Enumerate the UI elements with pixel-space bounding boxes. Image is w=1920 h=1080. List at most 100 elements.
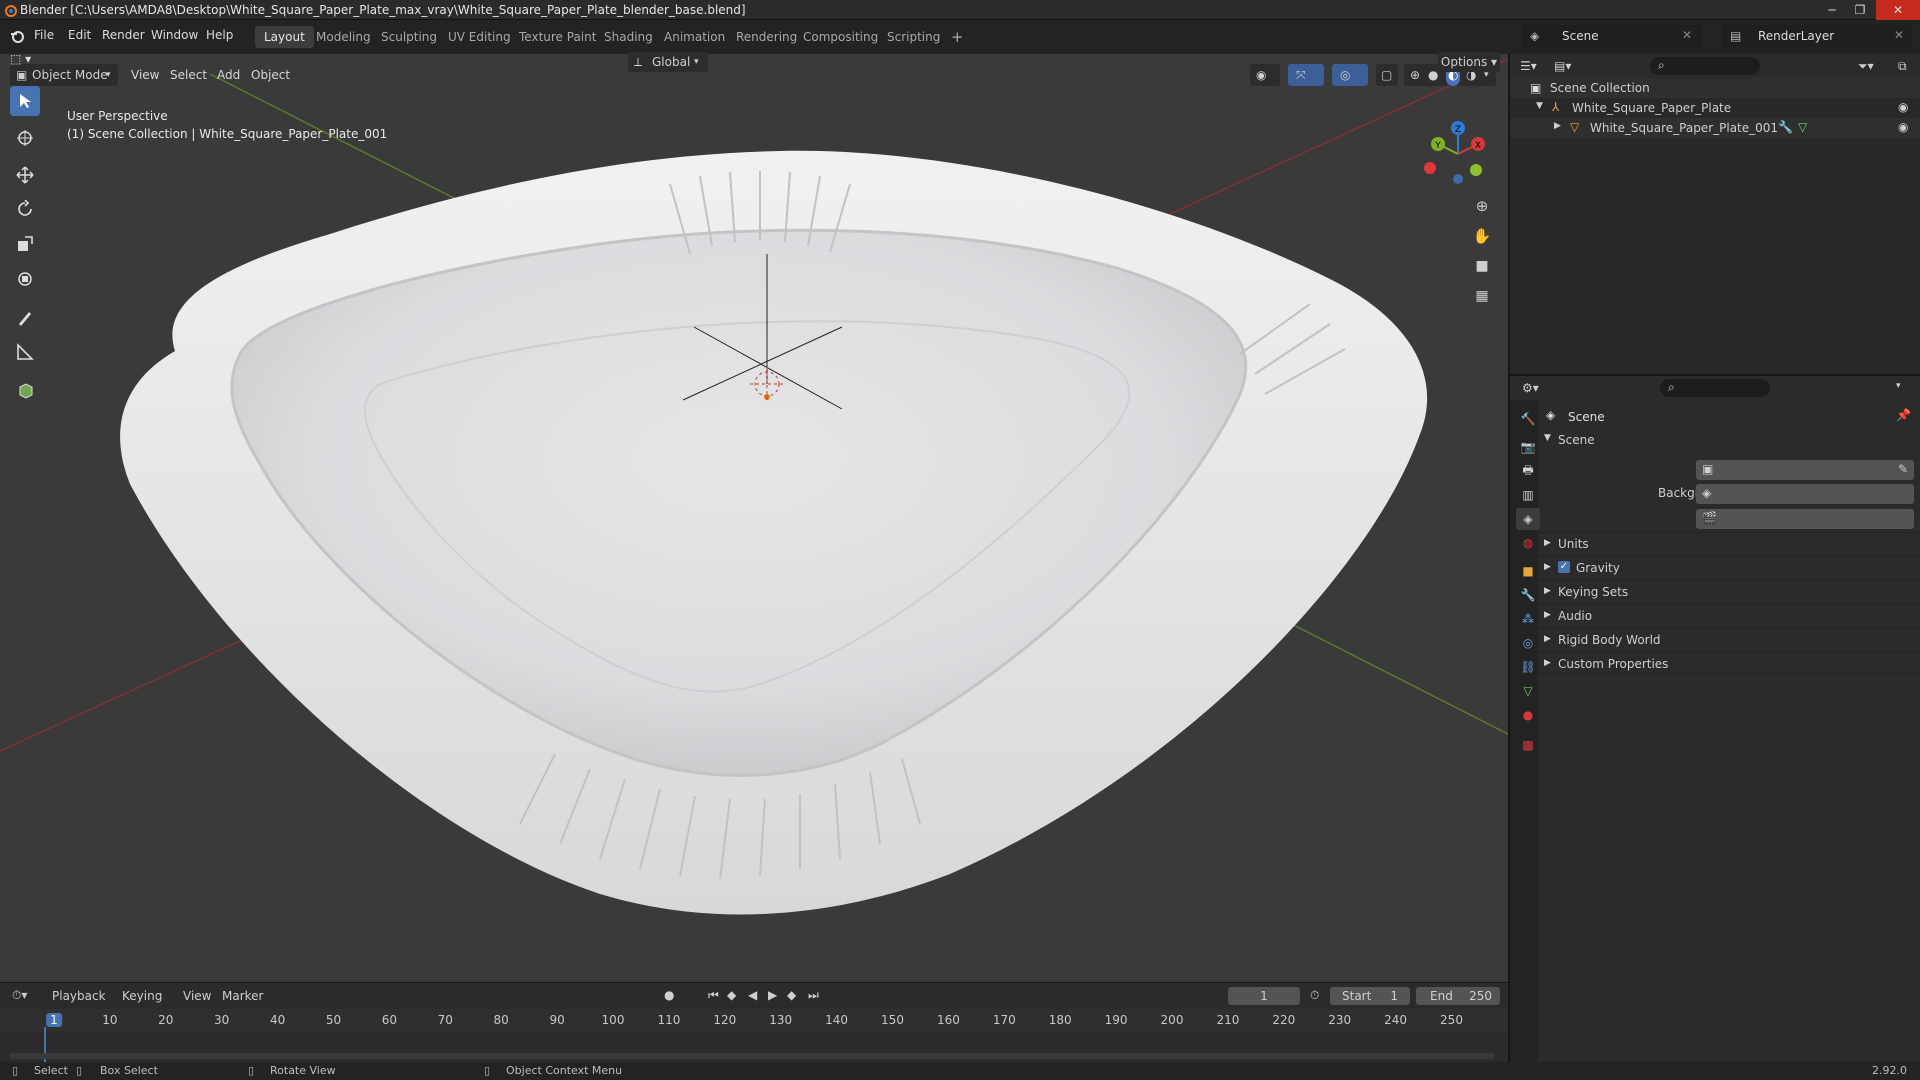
menu-window[interactable]: Window — [151, 28, 198, 42]
close-button[interactable]: ✕ — [1876, 0, 1920, 20]
scene-close-icon[interactable]: ✕ — [1682, 28, 1692, 42]
maximize-button[interactable]: ❐ — [1846, 0, 1874, 20]
visibility-eye-icon[interactable]: ◉ — [1898, 100, 1908, 114]
tab-compositing[interactable]: Compositing — [794, 26, 887, 48]
properties-search-input[interactable]: ⌕ — [1660, 379, 1770, 397]
outliner-row-object[interactable]: ▶ ▽ White_Square_Paper_Plate_001 🔧 ▽ ◉ — [1510, 118, 1920, 138]
tab-modifiers[interactable]: 🔧 — [1516, 584, 1540, 606]
filter-icon[interactable]: ⏷▾ — [1858, 59, 1874, 74]
tab-layout[interactable]: Layout — [255, 26, 314, 48]
frame-tick-label: 200 — [1160, 1013, 1184, 1027]
tab-physics[interactable]: ◎ — [1516, 632, 1540, 654]
viewport-menu-select[interactable]: Select — [170, 68, 207, 82]
panel-audio[interactable]: ▶ Audio — [1538, 604, 1920, 626]
gravity-checkbox[interactable]: ✓ — [1558, 561, 1570, 573]
modifier-wrench-icon[interactable]: 🔧 — [1778, 120, 1793, 134]
pin-icon[interactable]: 📌 — [1896, 408, 1911, 422]
viewport-menu-view[interactable]: View — [131, 68, 159, 82]
pan-button[interactable]: ✋ — [1468, 222, 1496, 250]
mouse-left-icon: ▯ — [12, 1064, 19, 1077]
tab-world[interactable]: ◍ — [1516, 532, 1540, 554]
transform-tool[interactable] — [10, 264, 40, 294]
tab-output[interactable]: 🖶 — [1516, 460, 1540, 482]
gizmo-toggle[interactable]: ⤧ — [1288, 64, 1324, 86]
tab-uv-editing[interactable]: UV Editing — [439, 26, 520, 48]
outliner-editor-icon[interactable]: ☰▾ — [1520, 59, 1537, 73]
view-layer-selector[interactable]: ▤ RenderLayer ✕ — [1722, 25, 1912, 47]
collapse-arrow-icon[interactable]: ▶ — [1554, 121, 1561, 131]
panel-rigid-body-world[interactable]: ▶ Rigid Body World — [1538, 628, 1920, 650]
3d-viewport[interactable]: ▣ Object Mode ▾ View Select Add Object ◉… — [0, 54, 1508, 982]
wireframe-shading-icon[interactable]: ⊕ — [1410, 64, 1420, 86]
camera-field[interactable]: ▣ ✎ — [1696, 460, 1914, 480]
tab-shading[interactable]: Shading — [595, 26, 662, 48]
tab-data[interactable]: ▽ — [1516, 680, 1540, 702]
measure-tool[interactable] — [10, 337, 40, 367]
move-tool[interactable] — [10, 160, 40, 190]
solid-shading-icon[interactable]: ● — [1428, 64, 1438, 86]
tab-material[interactable]: ● — [1516, 704, 1540, 726]
outliner-row-scene-collection[interactable]: ▣ Scene Collection — [1510, 78, 1920, 98]
panel-header-scene[interactable]: ▼ Scene — [1538, 430, 1920, 450]
tab-tool[interactable]: 🔨 — [1516, 408, 1540, 430]
scene-selector[interactable]: ◈ Scene ✕ — [1522, 25, 1702, 47]
tab-view-layer[interactable]: ▥ — [1516, 484, 1540, 506]
tab-render[interactable]: 📷 — [1516, 436, 1540, 458]
chevron-down-icon[interactable]: ▾ — [1896, 381, 1901, 391]
editor-type-button[interactable]: ⬚ ▾ — [10, 52, 66, 72]
outliner-row-collection[interactable]: ▼ ⅄ White_Square_Paper_Plate ◉ — [1510, 98, 1920, 118]
outliner-root-label: Scene Collection — [1550, 81, 1650, 95]
tab-modeling[interactable]: Modeling — [307, 26, 380, 48]
rotate-tool[interactable] — [10, 194, 40, 224]
cursor-tool[interactable] — [10, 123, 40, 153]
blender-menu-icon[interactable] — [9, 28, 25, 44]
tab-texture-paint[interactable]: Texture Paint — [510, 26, 605, 48]
new-collection-icon[interactable]: ⧉ — [1898, 59, 1907, 74]
properties-editor-icon[interactable]: ⚙▾ — [1522, 381, 1539, 395]
menu-edit[interactable]: Edit — [68, 28, 91, 42]
viewport-menu-object[interactable]: Object — [251, 68, 290, 82]
mesh-data-icon[interactable]: ▽ — [1798, 120, 1807, 134]
overlay-toggle[interactable]: ◎ — [1332, 64, 1368, 86]
tab-animation[interactable]: Animation — [655, 26, 734, 48]
scale-tool[interactable] — [10, 229, 40, 259]
navigation-gizmo[interactable]: Z Y X — [1418, 114, 1498, 194]
panel-custom-properties[interactable]: ▶ Custom Properties — [1538, 652, 1920, 674]
minimize-button[interactable]: ─ — [1818, 0, 1846, 20]
options-dropdown[interactable]: Options ▾ — [1438, 52, 1500, 72]
tab-sculpting[interactable]: Sculpting — [372, 26, 446, 48]
expand-arrow-icon[interactable]: ▼ — [1536, 101, 1543, 111]
tab-particles[interactable]: ⁂ — [1516, 608, 1540, 630]
display-mode-icon[interactable]: ▤▾ — [1554, 59, 1571, 73]
properties-header: ⚙▾ ⌕ ▾ — [1510, 376, 1920, 400]
menu-help[interactable]: Help — [206, 28, 233, 42]
active-clip-field[interactable]: 🎬 — [1696, 509, 1914, 529]
camera-view-button[interactable]: ■ — [1468, 252, 1496, 280]
add-cube-tool[interactable] — [10, 375, 40, 405]
zoom-button[interactable]: ⊕ — [1468, 192, 1496, 220]
view-layer-close-icon[interactable]: ✕ — [1894, 28, 1904, 42]
transform-orientation-dropdown[interactable]: ⟂ Global ▾ — [628, 52, 708, 72]
add-workspace-button[interactable]: + — [942, 26, 973, 48]
xray-toggle[interactable]: ▢ — [1376, 64, 1398, 86]
background-scene-field[interactable]: ◈ — [1696, 484, 1914, 504]
ortho-toggle-button[interactable]: ▦ — [1468, 282, 1496, 310]
tab-scene[interactable]: ◈ — [1516, 508, 1540, 530]
tab-constraints[interactable]: ⛓ — [1516, 656, 1540, 678]
panel-units[interactable]: ▶ Units — [1538, 532, 1920, 554]
menu-render[interactable]: Render — [102, 28, 145, 42]
select-box-tool[interactable] — [10, 86, 40, 116]
outliner-search-input[interactable]: ⌕ — [1650, 57, 1760, 75]
panel-keying-sets[interactable]: ▶ Keying Sets — [1538, 580, 1920, 602]
timeline-scrollbar[interactable] — [10, 1053, 1494, 1059]
tab-object[interactable]: ■ — [1516, 560, 1540, 582]
menu-file[interactable]: File — [34, 28, 54, 42]
visibility-toggle[interactable]: ◉ — [1250, 64, 1280, 86]
tab-texture[interactable]: ▩ — [1516, 734, 1540, 756]
eyedropper-icon[interactable]: ✎ — [1898, 462, 1908, 476]
visibility-eye-icon[interactable]: ◉ — [1898, 120, 1908, 134]
tab-scripting[interactable]: Scripting — [878, 26, 949, 48]
viewport-menu-add[interactable]: Add — [217, 68, 240, 82]
panel-gravity[interactable]: ▶ ✓ Gravity — [1538, 556, 1920, 578]
annotate-tool[interactable] — [10, 303, 40, 333]
